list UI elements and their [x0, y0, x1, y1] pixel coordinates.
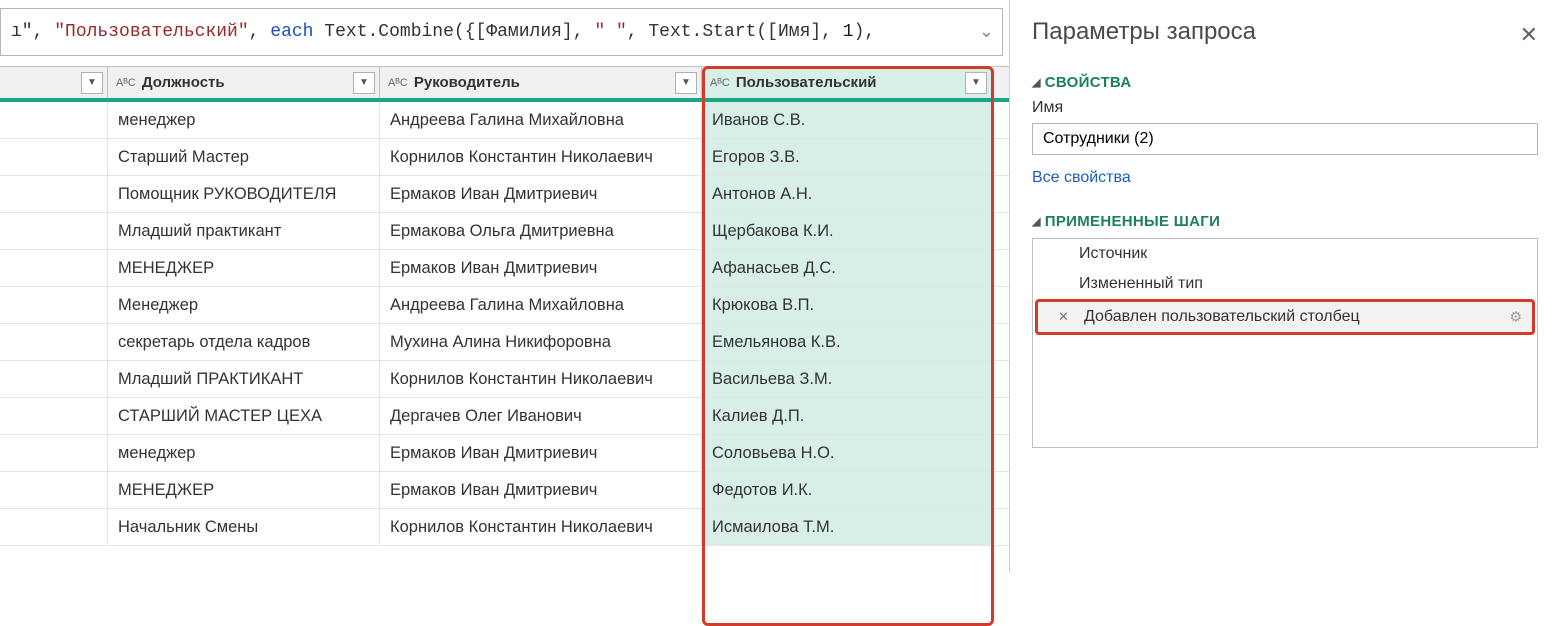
- data-table: ▼ AᴮC Должность ▼ AᴮC Руководитель ▼ AᴮC…: [0, 66, 1009, 546]
- table-cell[interactable]: [0, 509, 108, 545]
- steps-section-header[interactable]: ◢ ПРИМЕНЕННЫЕ ШАГИ: [1032, 213, 1538, 230]
- properties-section-header[interactable]: ◢ СВОЙСТВА: [1032, 74, 1538, 91]
- table-cell[interactable]: Антонов А.Н.: [702, 176, 992, 212]
- table-cell[interactable]: Корнилов Константин Николаевич: [380, 361, 702, 397]
- table-cell[interactable]: [0, 102, 108, 138]
- table-row[interactable]: секретарь отдела кадровМухина Алина Ники…: [0, 324, 1009, 361]
- table-cell[interactable]: [0, 176, 108, 212]
- step-label: Измененный тип: [1079, 275, 1203, 292]
- query-name-input[interactable]: [1032, 123, 1538, 155]
- table-cell[interactable]: Помощник РУКОВОДИТЕЛЯ: [108, 176, 380, 212]
- table-cell[interactable]: Мухина Алина Никифоровна: [380, 324, 702, 360]
- close-icon[interactable]: ✕: [1520, 22, 1538, 48]
- col-header-label: Руководитель: [414, 74, 520, 91]
- table-cell[interactable]: [0, 213, 108, 249]
- table-cell[interactable]: Младший практикант: [108, 213, 380, 249]
- panel-title: Параметры запроса: [1032, 18, 1538, 46]
- step-label: Источник: [1079, 245, 1147, 262]
- table-cell[interactable]: Ермаков Иван Дмитриевич: [380, 472, 702, 508]
- table-cell[interactable]: Андреева Галина Михайловна: [380, 287, 702, 323]
- table-cell[interactable]: [0, 361, 108, 397]
- table-cell[interactable]: [0, 435, 108, 471]
- table-row[interactable]: Младший ПРАКТИКАНТКорнилов Константин Ни…: [0, 361, 1009, 398]
- table-row[interactable]: Начальник СменыКорнилов Константин Никол…: [0, 509, 1009, 546]
- table-cell[interactable]: Корнилов Константин Николаевич: [380, 139, 702, 175]
- step-label: Добавлен пользовательский столбец: [1084, 308, 1360, 325]
- table-cell[interactable]: [0, 139, 108, 175]
- table-row[interactable]: СТАРШИЙ МАСТЕР ЦЕХАДергачев Олег Иванови…: [0, 398, 1009, 435]
- table-cell[interactable]: Афанасьев Д.С.: [702, 250, 992, 286]
- applied-step[interactable]: ✕ Добавлен пользовательский столбец ⚙: [1035, 299, 1535, 335]
- table-cell[interactable]: Начальник Смены: [108, 509, 380, 545]
- type-text-icon: AᴮC: [388, 77, 408, 89]
- table-cell[interactable]: Соловьева Н.О.: [702, 435, 992, 471]
- table-cell[interactable]: Егоров З.В.: [702, 139, 992, 175]
- table-cell[interactable]: [0, 472, 108, 508]
- main-panel: ı", "Пользовательский", each Text.Combin…: [0, 0, 1010, 573]
- filter-icon[interactable]: ▼: [675, 72, 697, 94]
- table-cell[interactable]: Корнилов Константин Николаевич: [380, 509, 702, 545]
- query-settings-panel: Параметры запроса ✕ ◢ СВОЙСТВА Имя Все с…: [1010, 0, 1560, 573]
- table-cell[interactable]: менеджер: [108, 435, 380, 471]
- filter-icon[interactable]: ▼: [81, 72, 103, 94]
- table-cell[interactable]: Андреева Галина Михайловна: [380, 102, 702, 138]
- table-row[interactable]: Старший МастерКорнилов Константин Никола…: [0, 139, 1009, 176]
- table-cell[interactable]: Ермакова Ольга Дмитриевна: [380, 213, 702, 249]
- gear-icon[interactable]: ⚙: [1509, 309, 1522, 326]
- table-cell[interactable]: [0, 324, 108, 360]
- col-header-position[interactable]: AᴮC Должность ▼: [108, 67, 380, 98]
- table-cell[interactable]: [0, 287, 108, 323]
- col-header-manager[interactable]: AᴮC Руководитель ▼: [380, 67, 702, 98]
- type-text-icon: AᴮC: [710, 77, 730, 89]
- table-cell[interactable]: Ермаков Иван Дмитриевич: [380, 250, 702, 286]
- name-label: Имя: [1032, 99, 1538, 117]
- table-cell[interactable]: Емельянова К.В.: [702, 324, 992, 360]
- table-cell[interactable]: Иванов С.В.: [702, 102, 992, 138]
- table-cell[interactable]: Крюкова В.П.: [702, 287, 992, 323]
- table-cell[interactable]: Менеджер: [108, 287, 380, 323]
- table-row[interactable]: МЕНЕДЖЕРЕрмаков Иван ДмитриевичФедотов И…: [0, 472, 1009, 509]
- table-cell[interactable]: СТАРШИЙ МАСТЕР ЦЕХА: [108, 398, 380, 434]
- col-header-blank[interactable]: ▼: [0, 67, 108, 98]
- table-row[interactable]: менеджерАндреева Галина МихайловнаИванов…: [0, 102, 1009, 139]
- table-cell[interactable]: Щербакова К.И.: [702, 213, 992, 249]
- col-header-label: Пользовательский: [736, 74, 877, 91]
- formula-bar[interactable]: ı", "Пользовательский", each Text.Combin…: [0, 8, 1003, 56]
- all-properties-link[interactable]: Все свойства: [1032, 169, 1131, 187]
- applied-steps-list: ✕Источник⚙✕Измененный тип⚙ ✕ Добавлен поль…: [1032, 238, 1538, 448]
- table-cell[interactable]: [0, 250, 108, 286]
- table-row[interactable]: Младший практикантЕрмакова Ольга Дмитрие…: [0, 213, 1009, 250]
- table-cell[interactable]: Младший ПРАКТИКАНТ: [108, 361, 380, 397]
- applied-step[interactable]: ✕Измененный тип⚙: [1033, 269, 1537, 299]
- table-cell[interactable]: МЕНЕДЖЕР: [108, 472, 380, 508]
- type-text-icon: AᴮC: [116, 77, 136, 89]
- table-header-row: ▼ AᴮC Должность ▼ AᴮC Руководитель ▼ AᴮC…: [0, 66, 1009, 102]
- filter-icon[interactable]: ▼: [353, 72, 375, 94]
- col-header-label: Должность: [142, 74, 225, 91]
- table-row[interactable]: МЕНЕДЖЕРЕрмаков Иван ДмитриевичАфанасьев…: [0, 250, 1009, 287]
- table-cell[interactable]: Калиев Д.П.: [702, 398, 992, 434]
- table-cell[interactable]: секретарь отдела кадров: [108, 324, 380, 360]
- delete-step-icon[interactable]: ✕: [1058, 309, 1069, 325]
- table-cell[interactable]: Исмаилова Т.М.: [702, 509, 992, 545]
- table-cell[interactable]: Федотов И.К.: [702, 472, 992, 508]
- table-row[interactable]: МенеджерАндреева Галина МихайловнаКрюков…: [0, 287, 1009, 324]
- collapse-icon: ◢: [1032, 76, 1041, 89]
- table-cell[interactable]: Дергачев Олег Иванович: [380, 398, 702, 434]
- table-cell[interactable]: Ермаков Иван Дмитриевич: [380, 435, 702, 471]
- table-cell[interactable]: МЕНЕДЖЕР: [108, 250, 380, 286]
- table-row[interactable]: Помощник РУКОВОДИТЕЛЯЕрмаков Иван Дмитри…: [0, 176, 1009, 213]
- applied-step[interactable]: ✕Источник⚙: [1033, 239, 1537, 269]
- formula-text: ı", "Пользовательский", each Text.Combin…: [11, 22, 875, 42]
- table-cell[interactable]: менеджер: [108, 102, 380, 138]
- collapse-icon: ◢: [1032, 215, 1041, 228]
- table-cell[interactable]: Старший Мастер: [108, 139, 380, 175]
- filter-icon[interactable]: ▼: [965, 72, 987, 94]
- table-cell[interactable]: Ермаков Иван Дмитриевич: [380, 176, 702, 212]
- formula-expand-icon[interactable]: ⌄: [979, 21, 994, 43]
- table-cell[interactable]: [0, 398, 108, 434]
- col-header-custom[interactable]: AᴮC Пользовательский ▼: [702, 67, 992, 98]
- table-row[interactable]: менеджерЕрмаков Иван ДмитриевичСоловьева…: [0, 435, 1009, 472]
- table-cell[interactable]: Васильева З.М.: [702, 361, 992, 397]
